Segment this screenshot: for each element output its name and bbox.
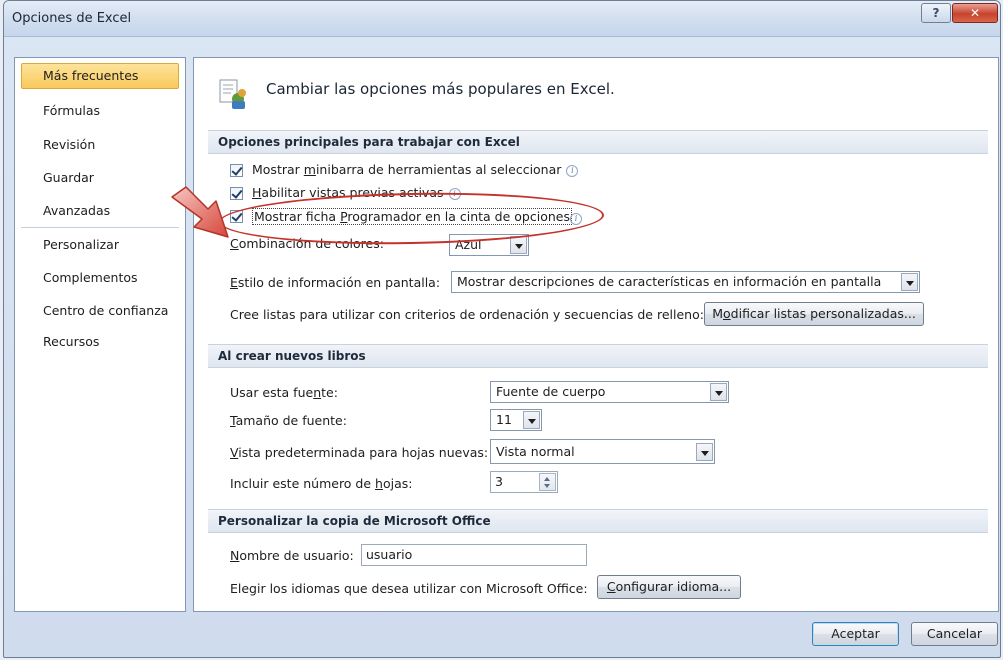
options-panel: Cambiar las opciones más populares en Ex…: [193, 57, 999, 612]
screentip-label: Estilo de información en pantalla:: [230, 275, 440, 290]
label-part: Incluir este número de: [230, 476, 376, 491]
username-label: Nombre de usuario:: [230, 548, 354, 563]
panel-header: Cambiar las opciones más populares en Ex…: [266, 80, 615, 98]
label-part: Usar esta fue: [230, 385, 314, 400]
chevron-down-icon[interactable]: [710, 383, 727, 401]
cancel-button[interactable]: Cancelar: [911, 622, 998, 646]
label-part: ojas:: [382, 476, 413, 491]
chevron-down-icon[interactable]: [901, 273, 918, 291]
info-icon[interactable]: i: [566, 165, 579, 177]
label-part: te:: [321, 385, 338, 400]
edit-custom-lists-button[interactable]: Modificar listas personalizadas...: [704, 302, 924, 326]
window-title: Opciones de Excel: [12, 11, 132, 26]
label-accel: h: [375, 476, 383, 491]
chevron-down-icon[interactable]: [696, 443, 713, 461]
excel-options-dialog: Opciones de Excel ? ✕ Más frecuentes Fór…: [3, 0, 1001, 658]
default-view-select[interactable]: Vista normal: [490, 439, 715, 464]
label-accel: N: [230, 548, 240, 563]
sidebar-item-complementos[interactable]: Complementos: [21, 265, 179, 291]
btn-accel: o: [723, 306, 731, 321]
sidebar-item-personalizar[interactable]: Personalizar: [21, 232, 179, 258]
label-accel: E: [230, 275, 238, 290]
font-select[interactable]: Fuente de cuerpo: [490, 381, 729, 403]
label-accel: H: [252, 185, 262, 200]
select-value: Vista normal: [496, 444, 575, 459]
ok-button[interactable]: Aceptar: [812, 622, 899, 646]
sidebar-divider: [21, 227, 179, 228]
section-header-principales: Opciones principales para trabajar con E…: [208, 130, 988, 154]
sidebar: Más frecuentes Fórmulas Revisión Guardar…: [14, 57, 186, 612]
sidebar-item-guardar[interactable]: Guardar: [21, 165, 179, 191]
username-input[interactable]: usuario: [361, 544, 587, 566]
help-button[interactable]: ?: [921, 3, 951, 23]
section-header-nuevos-libros: Al crear nuevos libros: [208, 344, 988, 368]
label-part: stilo de información en pantalla:: [237, 275, 441, 290]
font-size-label: Tamaño de fuente:: [230, 413, 347, 428]
spinner-arrows-icon[interactable]: [539, 473, 556, 491]
select-value: Mostrar descripciones de características…: [457, 274, 882, 289]
chevron-down-icon: [544, 484, 550, 488]
sheets-count-spinner[interactable]: 3: [490, 471, 558, 493]
annotation-arrow-icon: [171, 186, 229, 238]
sidebar-item-formulas[interactable]: Fórmulas: [21, 98, 179, 124]
label-part: Mostrar: [252, 162, 304, 177]
chevron-down-icon[interactable]: [510, 236, 527, 254]
label-accel: m: [303, 162, 316, 177]
minibar-label: Mostrar minibarra de herramientas al sel…: [252, 162, 579, 177]
select-value: Fuente de cuerpo: [496, 384, 606, 399]
close-button[interactable]: ✕: [952, 3, 998, 23]
chevron-down-icon[interactable]: [523, 411, 540, 429]
sidebar-item-revision[interactable]: Revisión: [21, 132, 179, 158]
sidebar-item-mas-frecuentes[interactable]: Más frecuentes: [21, 63, 179, 89]
btn-part: M: [712, 306, 723, 321]
select-value: 11: [496, 412, 512, 427]
help-icon: ?: [932, 6, 940, 20]
sidebar-item-avanzadas[interactable]: Avanzadas: [21, 198, 179, 224]
section-header-office: Personalizar la copia de Microsoft Offic…: [208, 509, 988, 533]
title-bar[interactable]: Opciones de Excel ? ✕: [4, 1, 1000, 37]
label-part: ombre de usuario:: [239, 548, 354, 563]
close-icon: ✕: [969, 6, 981, 20]
font-label: Usar esta fuente:: [230, 385, 338, 400]
btn-part: onfigurar idioma...: [615, 579, 732, 594]
font-size-select[interactable]: 11: [490, 409, 542, 431]
sidebar-item-recursos[interactable]: Recursos: [21, 329, 179, 355]
sheets-count-label: Incluir este número de hojas:: [230, 476, 412, 491]
label-accel: n: [313, 385, 322, 400]
label-part: ista predeterminada para hojas nuevas:: [238, 445, 489, 460]
screentip-select[interactable]: Mostrar descripciones de características…: [451, 271, 920, 293]
configure-language-button[interactable]: Configurar idioma...: [597, 575, 741, 599]
spinner-value: 3: [495, 474, 503, 489]
default-view-label: Vista predeterminada para hojas nuevas:: [230, 445, 488, 460]
minibar-checkbox[interactable]: [230, 164, 243, 177]
custom-lists-label: Cree listas para utilizar con criterios …: [230, 307, 704, 322]
options-icon: [219, 79, 246, 109]
label-part: amaño de fuente:: [235, 413, 347, 428]
languages-label: Elegir los idiomas que desea utilizar co…: [230, 581, 588, 596]
label-part: inibarra de herramientas al seleccionar: [315, 162, 562, 177]
chevron-up-icon: [544, 477, 550, 481]
sidebar-item-centro-de-confianza[interactable]: Centro de confianza: [21, 298, 179, 324]
btn-part: dificar listas personalizadas...: [730, 306, 916, 321]
btn-accel: C: [606, 579, 616, 594]
